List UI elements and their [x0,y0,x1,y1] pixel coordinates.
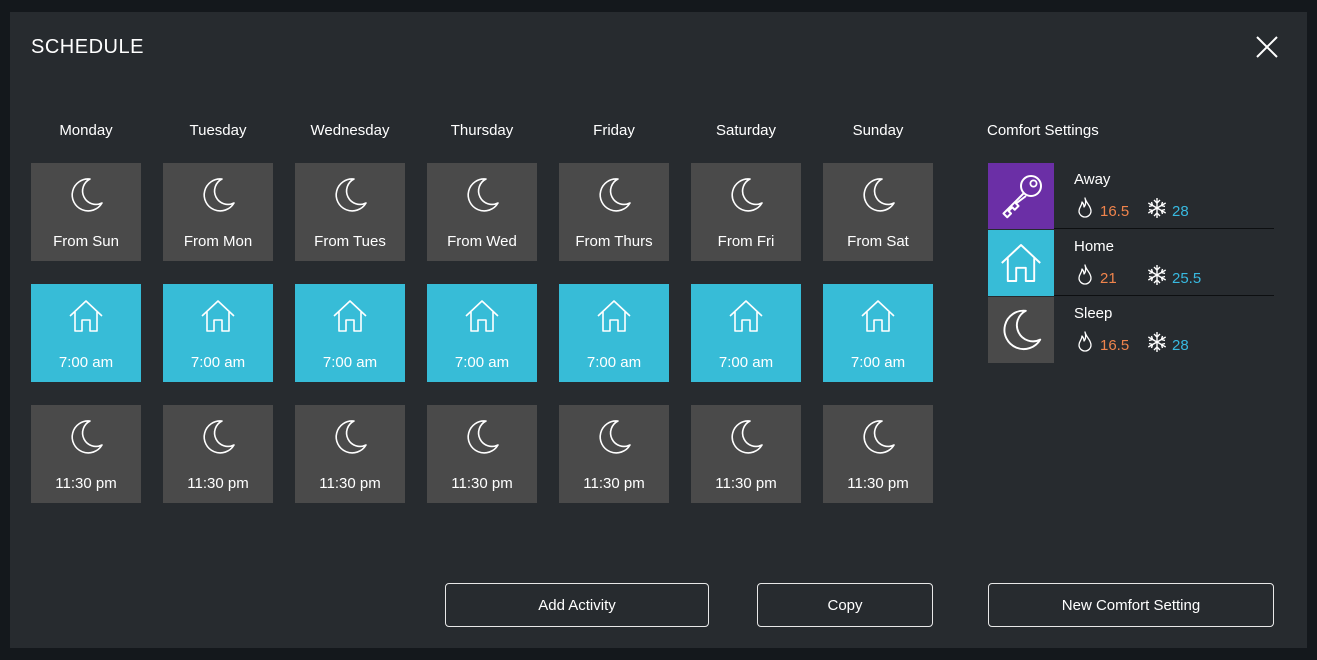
moon-icon [559,417,669,461]
activity-label: 11:30 pm [451,475,513,492]
day-header-monday: Monday [59,122,113,139]
moon-icon [988,297,1054,363]
house-icon [295,296,405,340]
activity-label: 7:00 am [58,354,114,371]
snowflake-icon [1146,264,1168,286]
moon-icon [427,175,537,219]
schedule-activity-tuesday-3[interactable]: 11:30 pm [163,405,273,503]
activity-label: From Thurs [575,233,653,250]
heat-setpoint: 16.5 [1100,203,1130,220]
copy-button[interactable]: Copy [757,583,933,627]
moon-icon [823,417,933,461]
schedule-activity-saturday-3[interactable]: 11:30 pm [691,405,801,503]
schedule-activity-sunday-2[interactable]: 7:00 am [823,284,933,382]
heat-setpoint: 21 [1100,270,1117,287]
activity-label: From Tues [314,233,386,250]
day-header-friday: Friday [593,122,635,139]
moon-icon [163,175,273,219]
house-icon [163,296,273,340]
comfort-setting-name: Home [1074,238,1115,255]
moon-icon [295,417,405,461]
activity-label: 7:00 am [322,354,378,371]
schedule-activity-thursday-3[interactable]: 11:30 pm [427,405,537,503]
activity-label: 11:30 pm [187,475,249,492]
flame-icon [1076,331,1094,353]
activity-label: From Sun [53,233,119,250]
house-icon [988,230,1054,296]
schedule-activity-sunday-1[interactable]: From Sat [823,163,933,261]
moon-icon [31,175,141,219]
activity-label: From Sat [847,233,909,250]
schedule-activity-monday-2[interactable]: 7:00 am [31,284,141,382]
day-header-tuesday: Tuesday [189,122,247,139]
activity-label: 7:00 am [718,354,774,371]
cool-setpoint: 28 [1172,337,1189,354]
schedule-activity-tuesday-2[interactable]: 7:00 am [163,284,273,382]
schedule-activity-monday-1[interactable]: From Sun [31,163,141,261]
schedule-activity-sunday-3[interactable]: 11:30 pm [823,405,933,503]
day-header-thursday: Thursday [450,122,514,139]
cool-setpoint: 25.5 [1172,270,1202,287]
moon-icon [427,417,537,461]
heat-setpoint: 16.5 [1100,337,1130,354]
house-icon [427,296,537,340]
dialog-title: SCHEDULE [31,36,144,58]
comfort-setting-away[interactable]: Away 16.5 28 [988,163,1274,229]
day-header-wednesday: Wednesday [310,122,390,139]
comfort-setting-name: Sleep [1074,305,1113,322]
activity-label: From Mon [183,233,253,250]
schedule-activity-friday-2[interactable]: 7:00 am [559,284,669,382]
comfort-setting-home[interactable]: Home 21 25.5 [988,230,1274,296]
activity-label: 11:30 pm [847,475,909,492]
schedule-activity-friday-1[interactable]: From Thurs [559,163,669,261]
activity-label: 11:30 pm [583,475,645,492]
snowflake-icon [1146,197,1168,219]
schedule-activity-friday-3[interactable]: 11:30 pm [559,405,669,503]
moon-icon [691,175,801,219]
close-icon[interactable] [1252,32,1282,62]
day-header-saturday: Saturday [715,122,777,139]
flame-icon [1076,197,1094,219]
flame-icon [1076,264,1094,286]
schedule-activity-saturday-2[interactable]: 7:00 am [691,284,801,382]
snowflake-icon [1146,331,1168,353]
activity-label: 7:00 am [586,354,642,371]
cool-setpoint: 28 [1172,203,1189,220]
moon-icon [163,417,273,461]
moon-icon [823,175,933,219]
key-icon [988,163,1054,229]
comfort-settings-heading: Comfort Settings [987,122,1099,139]
house-icon [31,296,141,340]
schedule-activity-monday-3[interactable]: 11:30 pm [31,405,141,503]
activity-label: 11:30 pm [715,475,777,492]
schedule-activity-tuesday-1[interactable]: From Mon [163,163,273,261]
house-icon [559,296,669,340]
schedule-activity-saturday-1[interactable]: From Fri [691,163,801,261]
activity-label: 11:30 pm [55,475,117,492]
schedule-dialog: SCHEDULE Monday Tuesday Wednesday Thursday F… [10,12,1307,648]
house-icon [691,296,801,340]
comfort-setting-name: Away [1074,171,1111,188]
add-activity-button[interactable]: Add Activity [445,583,709,627]
activity-label: 7:00 am [454,354,510,371]
house-icon [823,296,933,340]
schedule-activity-thursday-1[interactable]: From Wed [427,163,537,261]
schedule-activity-thursday-2[interactable]: 7:00 am [427,284,537,382]
schedule-activity-wednesday-1[interactable]: From Tues [295,163,405,261]
schedule-activity-wednesday-3[interactable]: 11:30 pm [295,405,405,503]
day-header-sunday: Sunday [852,122,904,139]
activity-label: From Fri [717,233,775,250]
activity-label: From Wed [447,233,517,250]
schedule-activity-wednesday-2[interactable]: 7:00 am [295,284,405,382]
activity-label: 7:00 am [850,354,906,371]
moon-icon [295,175,405,219]
moon-icon [559,175,669,219]
moon-icon [691,417,801,461]
activity-label: 11:30 pm [319,475,381,492]
moon-icon [31,417,141,461]
new-comfort-setting-button[interactable]: New Comfort Setting [988,583,1274,627]
comfort-setting-sleep[interactable]: Sleep 16.5 28 [988,297,1274,363]
activity-label: 7:00 am [190,354,246,371]
